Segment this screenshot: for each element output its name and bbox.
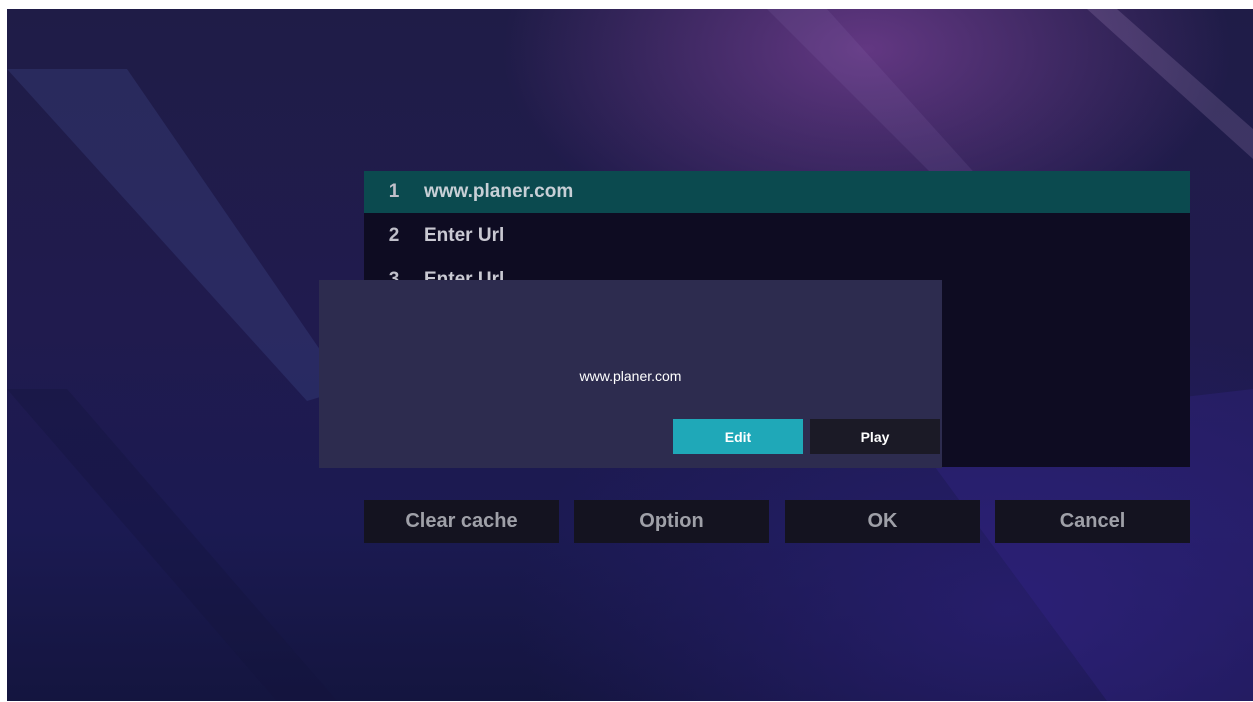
dialog-message: www.planer.com bbox=[579, 368, 682, 384]
play-button[interactable]: Play bbox=[810, 419, 940, 454]
cancel-button[interactable]: Cancel bbox=[995, 500, 1190, 543]
clear-cache-button[interactable]: Clear cache bbox=[364, 500, 559, 543]
url-list-item-2[interactable]: 2 Enter Url bbox=[364, 215, 1190, 257]
url-action-dialog: www.planer.com Edit Play bbox=[319, 280, 942, 468]
app-screen: 1 www.planer.com 2 Enter Url 3 Enter Url… bbox=[7, 9, 1253, 701]
edit-button[interactable]: Edit bbox=[673, 419, 803, 454]
url-list-item-label: www.planer.com bbox=[424, 181, 574, 202]
url-list-item-label: Enter Url bbox=[424, 225, 505, 246]
ok-button[interactable]: OK bbox=[785, 500, 980, 543]
url-list-item-number: 2 bbox=[388, 225, 400, 246]
option-button[interactable]: Option bbox=[574, 500, 769, 543]
url-list-item-1[interactable]: 1 www.planer.com bbox=[364, 171, 1190, 213]
url-list-item-number: 1 bbox=[388, 181, 400, 202]
